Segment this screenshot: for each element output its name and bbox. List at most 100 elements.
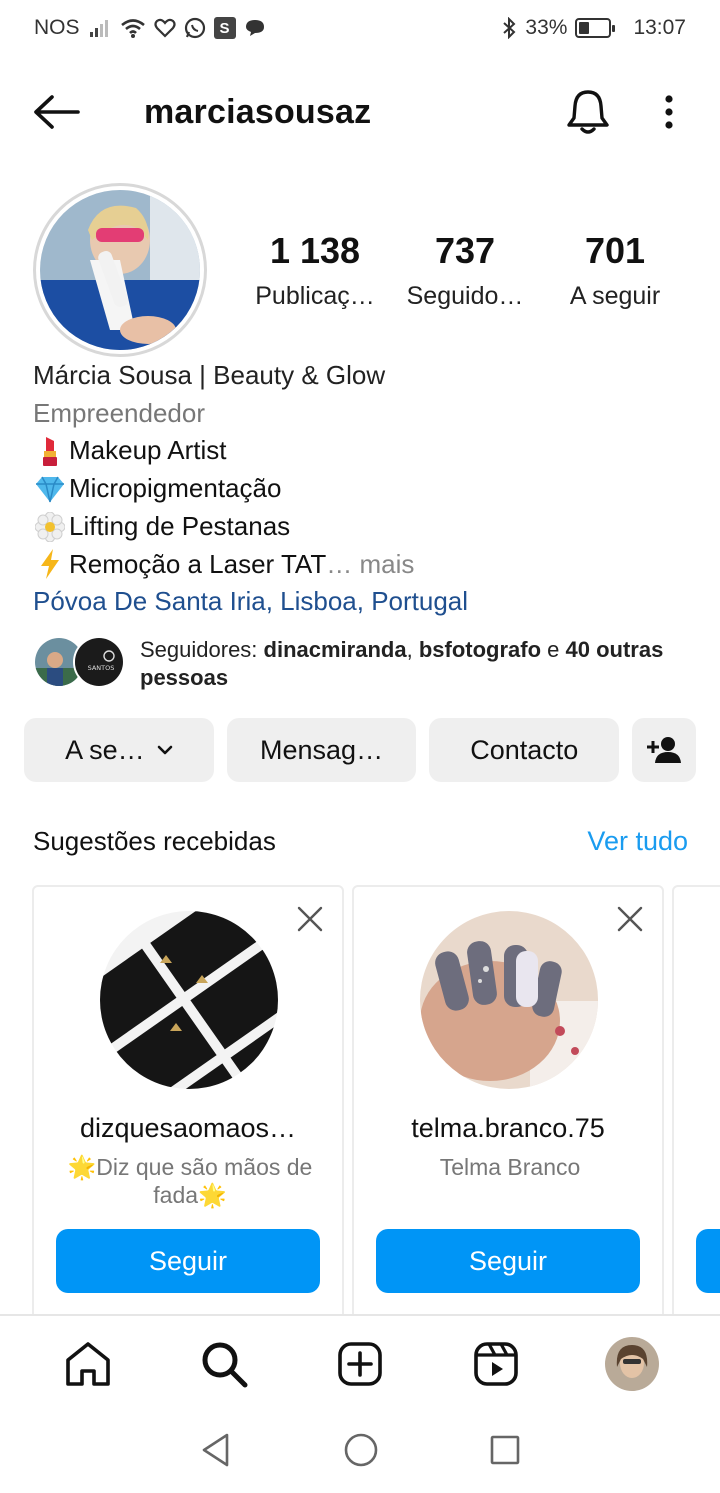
profile-avatar[interactable]	[33, 183, 207, 357]
profile-location-link[interactable]: Póvoa De Santa Iria, Lisboa, Portugal	[33, 583, 693, 621]
nav-profile[interactable]	[602, 1334, 662, 1394]
followers-and: e	[541, 637, 566, 662]
gem-icon	[33, 475, 67, 503]
avatar: SANTOS	[73, 636, 125, 688]
stat-followers[interactable]: 737 Seguido…	[390, 230, 540, 311]
follower-name: bsfotografo	[418, 637, 542, 662]
carrier-label: NOS	[34, 16, 80, 39]
circle-home-icon	[344, 1433, 378, 1467]
nav-search[interactable]	[194, 1334, 254, 1394]
nav-home[interactable]	[58, 1334, 118, 1394]
suggestion-card[interactable]: telma.branco.75 Telma Branco Seguir	[352, 885, 664, 1315]
following-button-label: A se…	[65, 734, 145, 765]
reels-icon	[474, 1342, 518, 1386]
bluetooth-icon	[501, 17, 517, 39]
system-home-button[interactable]	[343, 1432, 379, 1473]
follow-button[interactable]: Seguir	[56, 1229, 320, 1293]
heart-icon	[153, 18, 176, 38]
contact-button[interactable]: Contacto	[429, 718, 620, 782]
header-actions	[566, 88, 690, 136]
status-left: NOS S	[34, 16, 266, 40]
search-icon	[202, 1342, 248, 1388]
suggestion-subtitle: 🌟Diz que são mãos de fada🌟	[67, 1154, 313, 1208]
posts-label: Publicaç…	[255, 282, 375, 310]
suggested-users-button[interactable]	[632, 718, 697, 782]
profile-photo	[40, 190, 200, 350]
profile-stats: 1 138 Publicaç… 737 Seguido… 701 A segui…	[240, 230, 690, 311]
nav-reels[interactable]	[466, 1334, 526, 1394]
profile-tab-avatar	[605, 1337, 659, 1391]
more-options-button[interactable]	[664, 94, 674, 130]
profile-category: Empreendedor	[33, 397, 205, 428]
stat-posts[interactable]: 1 138 Publicaç…	[240, 230, 390, 311]
following-button[interactable]: A se…	[24, 718, 214, 782]
home-icon	[66, 1342, 110, 1386]
more-vertical-icon	[665, 95, 673, 129]
bio-text: Micropigmentação	[69, 473, 282, 504]
whatsapp-icon	[184, 17, 206, 39]
suggestion-username: dizquesaomaos…	[79, 1113, 297, 1143]
notifications-button[interactable]	[566, 88, 610, 136]
chat-icon	[244, 18, 266, 38]
suggestion-card[interactable]: dizquesaomaos… 🌟Diz que são mãos de fada…	[32, 885, 344, 1315]
mini-avatar-logo-text: SANTOS	[88, 664, 115, 672]
suggestion-subtitle: Telma Branco	[439, 1154, 581, 1180]
follow-button[interactable]	[696, 1229, 720, 1293]
follow-button[interactable]: Seguir	[376, 1229, 640, 1293]
chevron-down-icon	[157, 745, 172, 755]
suggestions-title: Sugestões recebidas	[33, 826, 276, 856]
profile-bio: Márcia Sousa | Beauty & Glow Empreendedo…	[33, 357, 693, 621]
message-button[interactable]: Mensag…	[226, 718, 417, 782]
bio-line: Makeup Artist	[33, 432, 693, 470]
suggestions-carousel[interactable]: dizquesaomaos… 🌟Diz que são mãos de fada…	[32, 885, 720, 1315]
add-user-icon	[647, 737, 682, 763]
following-label: A seguir	[569, 282, 661, 310]
posts-count: 1 138	[269, 230, 361, 271]
back-button[interactable]	[30, 86, 82, 138]
add-post-icon	[338, 1342, 382, 1386]
mutual-followers[interactable]: SANTOS Seguidores: dinacmiranda, bsfotog…	[33, 636, 693, 692]
status-bar: NOS S 33% 13:07	[0, 0, 720, 56]
bio-line: Lifting de Pestanas	[33, 508, 693, 546]
triangle-back-icon	[202, 1433, 229, 1467]
system-navigation-bar	[0, 1412, 720, 1493]
bio-text: Makeup Artist	[69, 435, 227, 466]
follower-name: dinacmiranda	[263, 637, 407, 662]
dismiss-suggestion-button[interactable]	[616, 905, 644, 933]
status-right: 33% 13:07	[501, 16, 686, 40]
followers-label: Seguido…	[406, 282, 524, 310]
battery-percent: 33%	[525, 16, 568, 39]
dismiss-suggestion-button[interactable]	[296, 905, 324, 933]
bio-text: Remoção a Laser TAT	[69, 548, 327, 579]
see-all-link[interactable]: Ver tudo	[587, 826, 688, 857]
close-icon	[297, 906, 323, 932]
bell-icon	[567, 90, 609, 134]
profile-header: marciasousaz	[0, 70, 720, 154]
suggestion-avatar[interactable]	[420, 911, 598, 1089]
bottom-navigation	[0, 1316, 720, 1412]
back-arrow-icon	[34, 95, 80, 129]
followers-sep: ,	[406, 637, 419, 662]
mutual-followers-text: Seguidores: dinacmiranda, bsfotografo e …	[140, 636, 693, 692]
stat-following[interactable]: 701 A seguir	[540, 230, 690, 311]
square-recents-icon	[490, 1435, 520, 1465]
bio-more-link[interactable]: … mais	[326, 546, 414, 584]
suggestions-header: Sugestões recebidas Ver tudo	[33, 826, 688, 857]
lipstick-icon	[33, 435, 67, 467]
suggestion-card-partial[interactable]	[672, 885, 720, 1315]
profile-full-name: Márcia Sousa | Beauty & Glow	[33, 360, 386, 390]
mutual-avatars: SANTOS	[33, 636, 128, 690]
followers-prefix: Seguidores:	[140, 637, 264, 662]
close-icon	[617, 906, 643, 932]
flower-icon	[33, 511, 67, 542]
nav-create[interactable]	[330, 1334, 390, 1394]
system-back-button[interactable]	[199, 1432, 233, 1473]
battery-fill	[579, 22, 589, 34]
bio-text: Lifting de Pestanas	[69, 510, 291, 541]
bio-line: Micropigmentação	[33, 470, 693, 508]
battery-icon	[575, 18, 616, 38]
system-recents-button[interactable]	[489, 1434, 521, 1471]
s-app-icon: S	[213, 17, 236, 39]
suggestion-avatar[interactable]	[100, 911, 278, 1089]
clock: 13:07	[633, 16, 686, 39]
